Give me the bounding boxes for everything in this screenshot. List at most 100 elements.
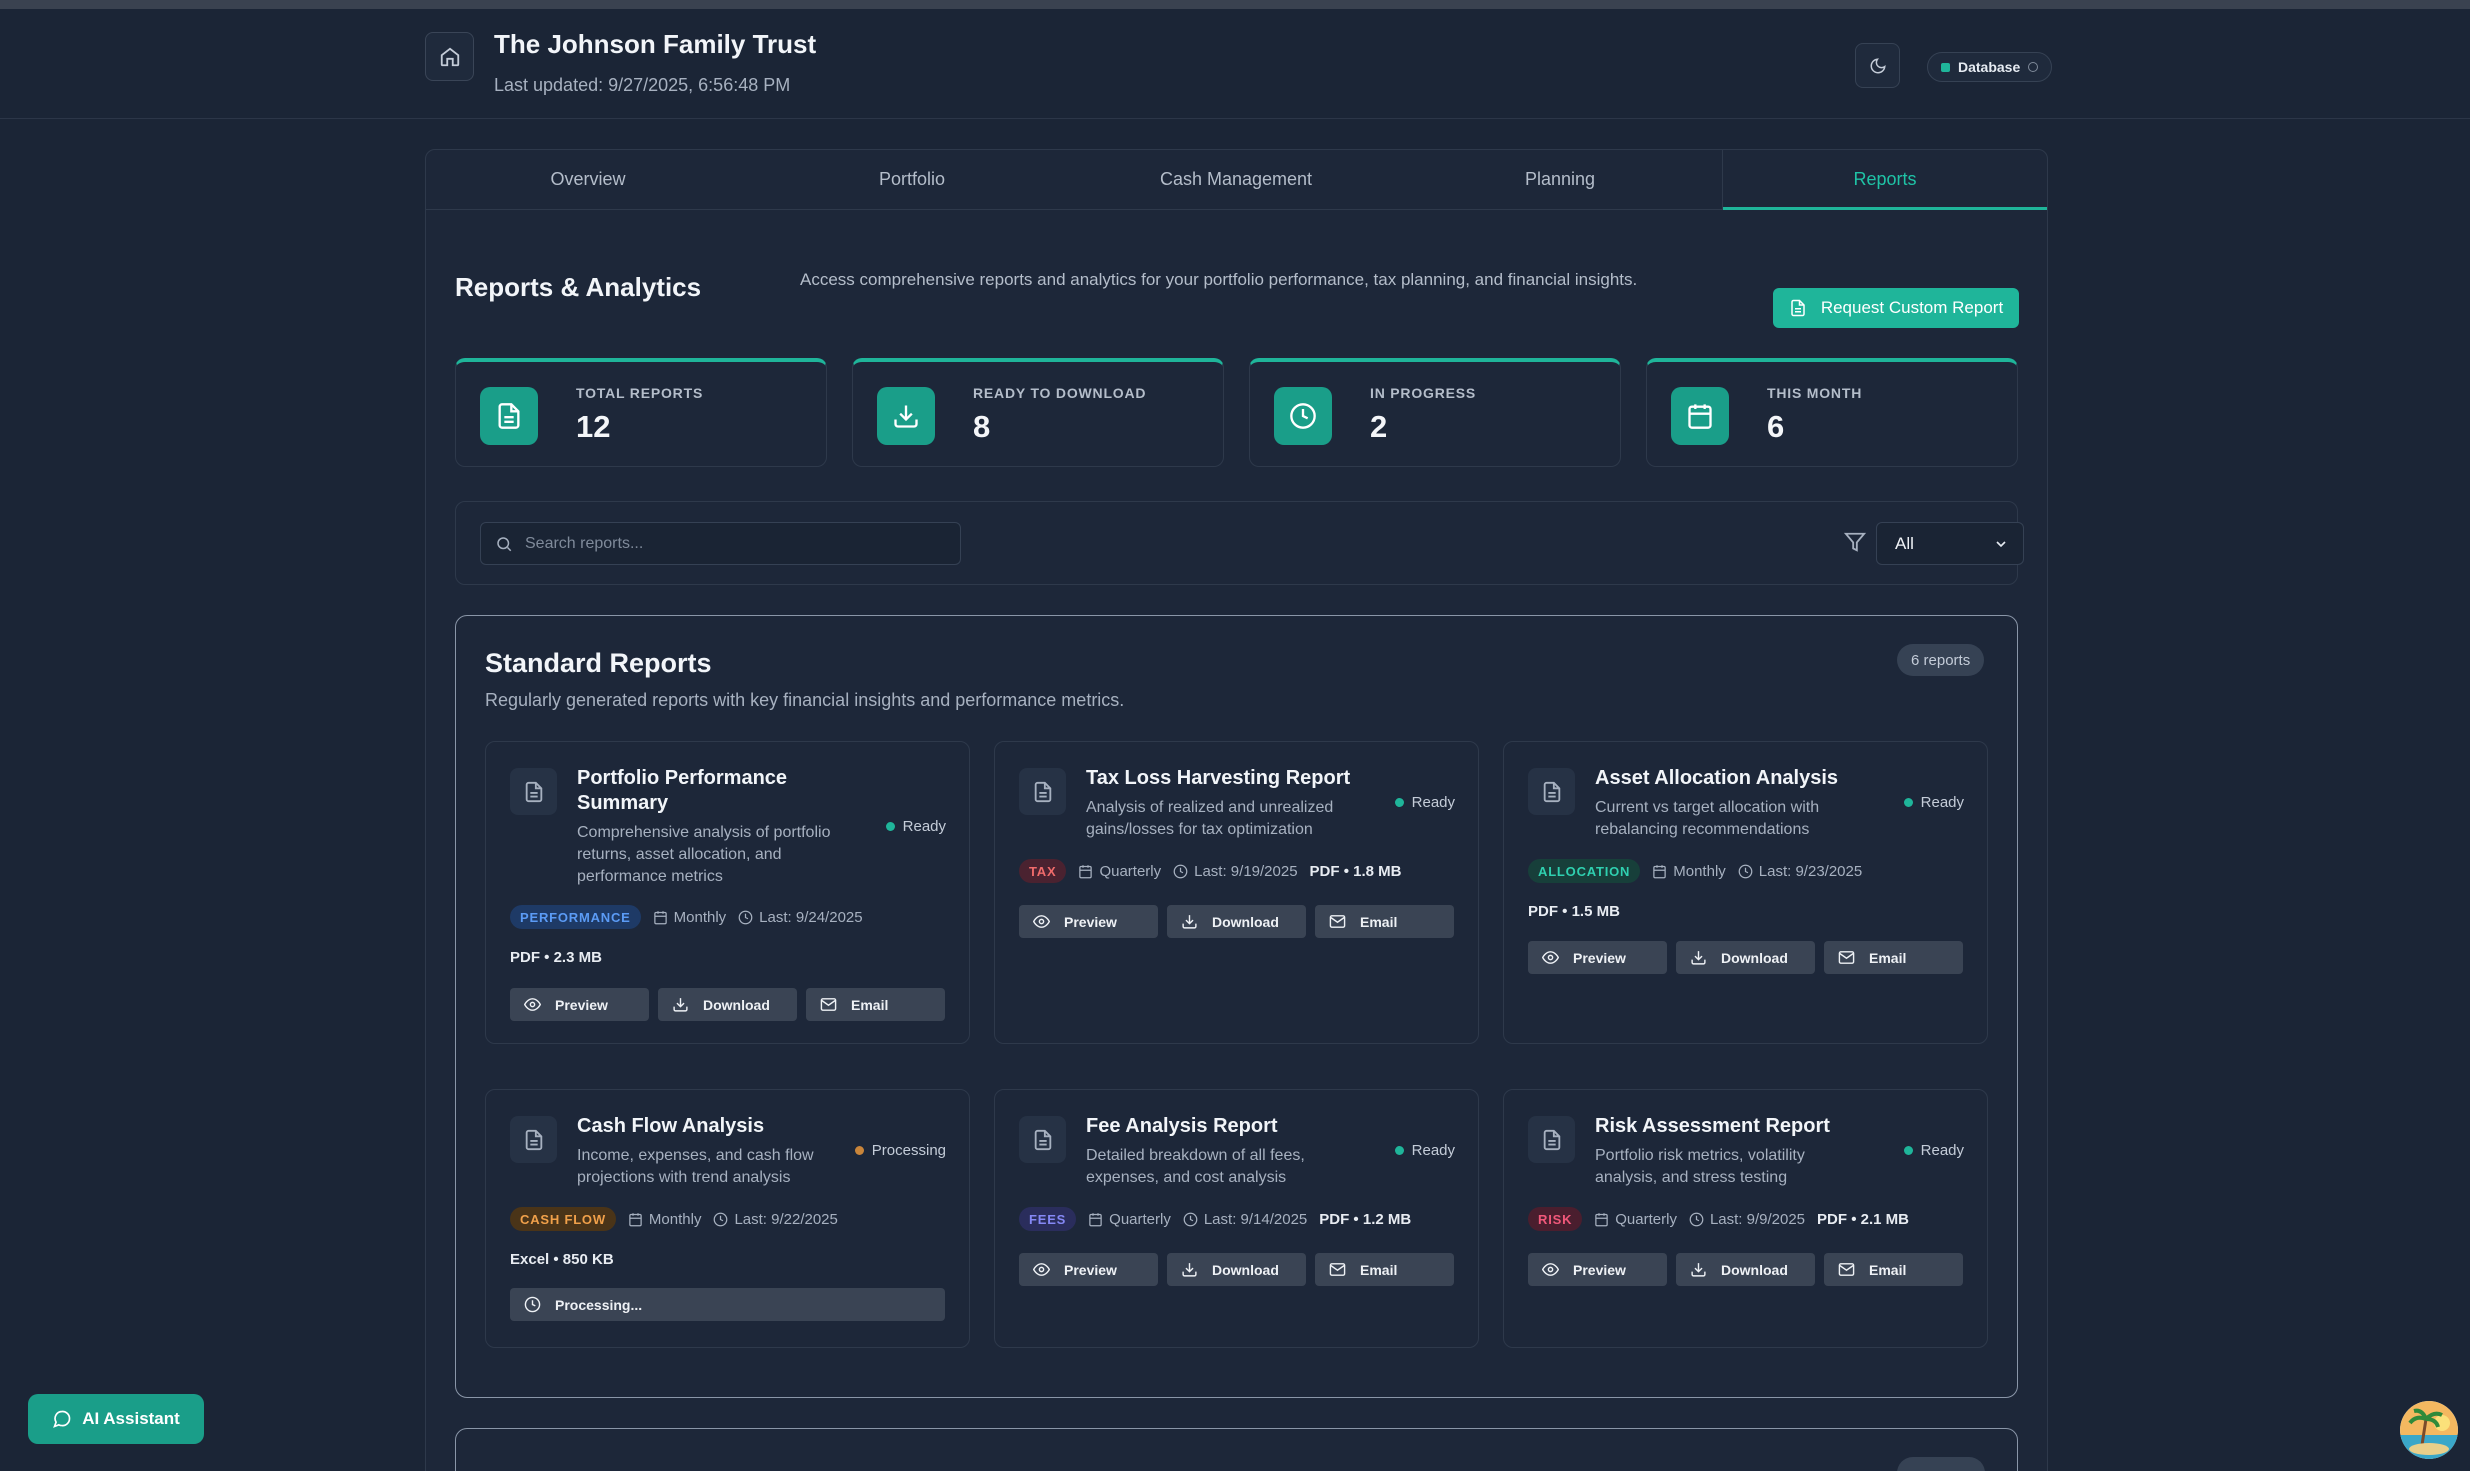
stat-label: READY TO DOWNLOAD [973, 385, 1147, 401]
stat-card-this-month: THIS MONTH 6 [1646, 358, 2018, 467]
request-button-label: Request Custom Report [1820, 298, 2004, 317]
chat-bubble-icon [53, 1410, 71, 1428]
tab-reports[interactable]: Reports [1722, 150, 2047, 210]
report-description: Current vs target allocation with rebala… [1595, 799, 1820, 838]
search-input[interactable] [525, 534, 945, 553]
stat-value: 2 [1370, 409, 1388, 444]
report-actions: Preview Download Email [1019, 1253, 1454, 1286]
report-card: Asset Allocation Analysis Current vs tar… [1503, 741, 1988, 1044]
tab-cash-management[interactable]: Cash Management [1074, 150, 1398, 209]
tab-overview[interactable]: Overview [426, 150, 750, 209]
email-button[interactable]: Email [1315, 905, 1454, 938]
preview-button[interactable]: Preview [1528, 1253, 1667, 1286]
email-button[interactable]: Email [1824, 941, 1963, 974]
home-button[interactable] [425, 32, 474, 81]
last-date: Last: 9/19/2025 [1194, 862, 1298, 880]
download-button[interactable]: Download [1676, 941, 1815, 974]
database-icon [1941, 62, 1950, 72]
file-format: PDF • 2.3 MB [510, 949, 602, 966]
download-button[interactable]: Download [1167, 1253, 1306, 1286]
preview-button[interactable]: Preview [1019, 905, 1158, 938]
avatar[interactable] [2400, 1401, 2458, 1459]
standard-reports-title: Standard Reports [485, 648, 712, 678]
request-custom-report-button[interactable]: Request Custom Report [1773, 288, 2019, 328]
file-format: PDF • 1.8 MB [1309, 862, 1402, 880]
calendar-icon [1079, 864, 1093, 878]
calendar-icon [653, 910, 667, 924]
status-indicator: Ready [1394, 794, 1455, 811]
stat-value: 12 [576, 409, 611, 444]
calendar-icon [1653, 864, 1666, 878]
download-button[interactable]: Download [658, 988, 797, 1021]
eye-icon [1033, 1263, 1050, 1276]
category-filter-select[interactable]: All [1876, 522, 2024, 565]
status-dot [1394, 798, 1404, 807]
last-date: Last: 9/9/2025 [1709, 1210, 1806, 1228]
download-icon [1691, 1263, 1706, 1277]
category-tag: PERFORMANCE [510, 905, 641, 929]
last-generated: Last: 9/14/2025 [1183, 1211, 1307, 1228]
status-dot [854, 1146, 864, 1155]
report-meta: CASH FLOW Monthly Last: 9/22/2025 [510, 1207, 838, 1231]
status-ring-icon [2028, 62, 2039, 72]
reports-count-badge: 6 reports [1897, 644, 1985, 676]
browser-top-strip [0, 0, 2470, 9]
preview-button[interactable]: Preview [1528, 941, 1667, 974]
email-label: Email [851, 996, 889, 1013]
frequency: Monthly [653, 909, 726, 926]
clock-icon [1183, 1212, 1198, 1226]
download-icon [1691, 951, 1706, 965]
download-button[interactable]: Download [1167, 905, 1306, 938]
file-format: PDF • 1.5 MB [1528, 903, 1620, 920]
report-title: Portfolio Performance Summary [577, 767, 788, 814]
report-title: Fee Analysis Report [1086, 1115, 1278, 1137]
database-label: Database [1958, 59, 2021, 75]
preview-button[interactable]: Preview [510, 988, 649, 1021]
last-generated: Last: 9/9/2025 [1689, 1211, 1805, 1228]
status-text: Ready [902, 818, 946, 835]
status-text: Ready [1920, 794, 1964, 811]
stat-label: IN PROGRESS [1370, 385, 1477, 401]
tab-portfolio[interactable]: Portfolio [750, 150, 1074, 209]
theme-toggle-button[interactable] [1855, 43, 1900, 88]
report-meta: PERFORMANCE Monthly Last: 9/24/2025 [510, 905, 863, 929]
ai-assistant-button[interactable]: AI Assistant [28, 1394, 204, 1444]
tab-planning[interactable]: Planning [1398, 150, 1722, 209]
report-card: Risk Assessment Report Portfolio risk me… [1503, 1089, 1988, 1348]
report-card: Portfolio Performance Summary Comprehens… [485, 741, 970, 1044]
email-button[interactable]: Email [806, 988, 945, 1021]
search-field[interactable] [480, 522, 961, 565]
last-generated: Last: 9/19/2025 [1173, 862, 1298, 880]
page-title: The Johnson Family Trust [494, 29, 817, 59]
last-generated: Last: 9/24/2025 [738, 908, 863, 926]
email-button[interactable]: Email [1824, 1253, 1963, 1286]
preview-button[interactable]: Preview [1019, 1253, 1158, 1286]
report-description: Detailed breakdown of all fees, expenses… [1086, 1147, 1305, 1186]
filter-selected-value: All [1895, 533, 1914, 553]
database-badge[interactable]: Database [1927, 52, 2053, 82]
status-dot [1903, 798, 1913, 807]
status-dot [885, 822, 895, 831]
report-actions: Preview Download Email [1019, 905, 1454, 938]
last-date: Last: 9/24/2025 [759, 908, 863, 926]
frequency: Monthly [628, 1211, 701, 1228]
eye-icon [524, 998, 541, 1011]
email-button[interactable]: Email [1315, 1253, 1454, 1286]
moon-icon [1870, 57, 1886, 73]
email-label: Email [1360, 1261, 1398, 1278]
calendar-icon [1595, 1212, 1609, 1226]
report-actions: Preview Download Email [1528, 941, 1963, 974]
report-meta: TAX Quarterly Last: 9/19/2025 PDF • 1.8 … [1019, 859, 1401, 883]
page-header: The Johnson Family Trust Last updated: 9… [0, 9, 2470, 119]
preview-label: Preview [1573, 949, 1626, 966]
eye-icon [1542, 951, 1559, 964]
report-description: Analysis of realized and unrealized gain… [1086, 799, 1334, 838]
document-icon [510, 1116, 557, 1163]
clock-icon [1274, 387, 1332, 445]
download-label: Download [1721, 949, 1788, 966]
last-date: Last: 9/23/2025 [1758, 862, 1863, 880]
last-date: Last: 9/14/2025 [1203, 1210, 1308, 1228]
frequency-label: Quarterly [1099, 862, 1162, 880]
download-button[interactable]: Download [1676, 1253, 1815, 1286]
standard-reports-section: Standard Reports Regularly generated rep… [455, 615, 2018, 1398]
